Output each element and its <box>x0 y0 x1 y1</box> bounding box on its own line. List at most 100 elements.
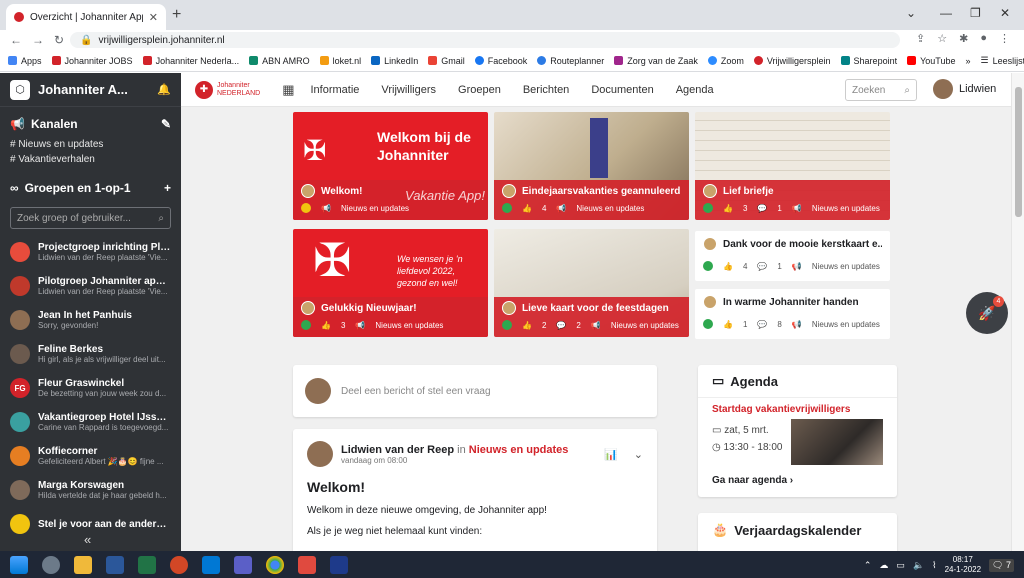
powerpoint-icon[interactable] <box>170 555 188 574</box>
chrome-icon[interactable] <box>266 555 284 574</box>
app-title[interactable]: Johanniter A... <box>38 82 149 97</box>
bookmark-loket[interactable]: loket.nl <box>319 56 361 66</box>
bookmark-linkedin[interactable]: LinkedIn <box>371 56 418 66</box>
sharepoint-icon <box>840 56 850 65</box>
maximize-icon[interactable]: ❐ <box>970 6 981 20</box>
chevron-down-icon[interactable]: ⌄ <box>906 6 916 20</box>
teams-icon[interactable] <box>234 555 252 574</box>
excel-icon[interactable] <box>138 555 156 574</box>
news-tile[interactable]: Eindejaarsvakanties geannuleerd 👍 4 📢 Nieuw… <box>494 112 689 220</box>
onedrive-icon[interactable]: ☁ <box>879 560 888 571</box>
bookmark-apps[interactable]: Apps <box>8 56 42 66</box>
news-tile[interactable]: Lieve kaart voor de feestdagen 👍 2 💬 2 📢 Nieu… <box>494 229 689 337</box>
close-window-icon[interactable]: ✕ <box>1000 6 1010 20</box>
stats-icon[interactable]: 📊 <box>604 448 618 461</box>
search-input[interactable]: Zoeken ⌕ <box>845 79 917 101</box>
search-icon: ⌕ <box>904 84 910 96</box>
agenda-event-link[interactable]: Startdag vakantievrijwilligers <box>712 404 883 415</box>
star-icon[interactable]: ☆ <box>937 32 947 45</box>
thumbs-up-icon: 👍 <box>723 319 733 329</box>
new-tab-icon[interactable]: + <box>172 6 181 24</box>
rocket-button[interactable]: 🚀 4 <box>966 292 1008 334</box>
nav-berichten[interactable]: Berichten <box>523 84 569 96</box>
copilot-icon[interactable] <box>42 555 60 574</box>
bookmark-abnamro[interactable]: ABN AMRO <box>249 56 310 66</box>
channel-item[interactable]: # Vakantieverhalen <box>0 152 181 167</box>
reading-list[interactable]: ☰ Leeslijst <box>980 55 1024 66</box>
nav-informatie[interactable]: Informatie <box>310 84 359 96</box>
bookmark-vrijwilligersplein[interactable]: Vrijwilligersplein <box>753 56 831 66</box>
conversation-item[interactable]: Feline Berkes Hi girl, als je als vrijwil… <box>0 337 181 371</box>
bell-icon[interactable]: 🔔 <box>157 83 171 96</box>
nav-documenten[interactable]: Documenten <box>591 84 653 96</box>
bookmark-facebook[interactable]: Facebook <box>474 56 527 66</box>
forward-icon[interactable]: → <box>32 33 44 47</box>
conversation-item[interactable]: Marga Korswagen Hilda vertelde dat je haa… <box>0 473 181 507</box>
news-item[interactable]: In warme Johanniter handen 👍 1 💬 8 📢 Nieuws e… <box>695 289 890 339</box>
news-tile[interactable]: ✠ Welkom bij de Johanniter Vakantie App!… <box>293 112 488 220</box>
reload-icon[interactable]: ↻ <box>54 33 64 47</box>
bookmark-routeplanner[interactable]: Routeplanner <box>537 56 604 66</box>
apps-grid-icon[interactable]: ▦ <box>282 82 294 98</box>
user-menu[interactable]: Lidwien <box>933 79 996 99</box>
bookmark-sharepoint[interactable]: Sharepoint <box>840 56 897 66</box>
news-tile[interactable]: Lief briefje 👍 3 💬 1 📢 Nieuws en updates <box>695 112 890 220</box>
menu-icon[interactable]: ⋮ <box>999 32 1010 45</box>
nav-agenda[interactable]: Agenda <box>676 84 714 96</box>
more-bookmarks-icon[interactable]: » <box>965 56 970 66</box>
scrollbar-thumb[interactable] <box>1015 87 1022 217</box>
chevron-up-icon[interactable]: ⌃ <box>864 560 872 571</box>
edit-icon[interactable]: ✎ <box>161 117 171 131</box>
brand-logo[interactable]: ✚ Johanniter NEDERLAND <box>195 80 260 99</box>
back-icon[interactable]: ← <box>10 33 22 47</box>
conversation-item[interactable]: Koffiecorner Gefeliciteerd Albert 🎉🎂😊 fij… <box>0 439 181 473</box>
post-composer[interactable]: Deel een bericht of stel een vraag <box>293 365 657 417</box>
page-scrollbar[interactable] <box>1011 73 1024 551</box>
bookmark-zoom[interactable]: Zoom <box>707 56 744 66</box>
johanniter-icon <box>753 56 763 65</box>
avatar <box>703 237 717 251</box>
file-explorer-icon[interactable] <box>74 555 92 574</box>
collapse-sidebar-icon[interactable]: « <box>84 532 91 547</box>
news-item[interactable]: Dank voor de mooie kerstkaart e... 👍 4 💬 1 📢… <box>695 231 890 281</box>
acrobat-icon[interactable] <box>298 555 316 574</box>
add-icon[interactable]: + <box>164 181 171 195</box>
windows-start-icon[interactable] <box>10 555 28 574</box>
bookmark-gmail[interactable]: Gmail <box>428 56 465 66</box>
bookmark-youtube[interactable]: YouTube <box>907 56 955 66</box>
minimize-icon[interactable]: — <box>940 6 952 20</box>
conversation-item[interactable]: Projectgroep inrichting Plek Lidwien van … <box>0 235 181 269</box>
volume-icon[interactable]: 🔈 <box>913 560 924 571</box>
bookmark-johanniter[interactable]: Johanniter Nederla... <box>142 56 239 66</box>
bookmark-zorg[interactable]: Zorg van de Zaak <box>614 56 698 66</box>
conversation-item[interactable]: Vakantiegroep Hotel IJsselM... Carine van… <box>0 405 181 439</box>
profile-icon[interactable]: ● <box>980 32 987 45</box>
close-tab-icon[interactable]: ✕ <box>149 11 158 24</box>
share-icon[interactable]: ⇪ <box>916 32 925 45</box>
notifications-icon[interactable]: 🗨 7 <box>989 558 1014 572</box>
agenda-link[interactable]: Ga naar agenda › <box>712 475 883 486</box>
conversation-item[interactable]: FG Fleur Graswinckel De bezetting van jouw… <box>0 371 181 405</box>
wifi-icon[interactable]: ⌇ <box>932 560 936 571</box>
word-icon[interactable] <box>106 555 124 574</box>
battery-icon[interactable]: ▭ <box>896 560 905 571</box>
group-search-input[interactable]: Zoek groep of gebruiker... ⌕ <box>10 207 171 229</box>
address-bar[interactable]: 🔒 vrijwilligersplein.johanniter.nl <box>70 32 900 48</box>
nav-groepen[interactable]: Groepen <box>458 84 501 96</box>
post-author[interactable]: Lidwien van der Reep <box>341 444 454 456</box>
browser-tab[interactable]: Overzicht | Johanniter App ✕ <box>6 4 166 30</box>
outlook-icon[interactable] <box>202 555 220 574</box>
chevron-down-icon[interactable]: ⌄ <box>634 448 643 461</box>
browser-tabstrip: Overzicht | Johanniter App ✕ + ⌄ — ❐ ✕ <box>0 0 1024 30</box>
bookmark-jobs[interactable]: Johanniter JOBS <box>51 56 133 66</box>
nav-vrijwilligers[interactable]: Vrijwilligers <box>381 84 436 96</box>
clock[interactable]: 08:17 24-1-2022 <box>945 555 981 575</box>
post-channel-link[interactable]: Nieuws en updates <box>469 444 569 456</box>
conversation-item[interactable]: Pilotgroep Johanniter app 1... Lidwien va… <box>0 269 181 303</box>
conversation-item[interactable]: Jean In het Panhuis Sorry, gevonden! <box>0 303 181 337</box>
news-tile[interactable]: ✠ We wensen je 'n liefdevol 2022, gezond… <box>293 229 488 337</box>
extensions-icon[interactable]: ✱ <box>959 32 968 45</box>
channel-item[interactable]: # Nieuws en updates <box>0 137 181 152</box>
conversation-preview: Lidwien van der Reep plaatste 'Vie... <box>38 287 168 296</box>
app-icon[interactable] <box>330 555 348 574</box>
